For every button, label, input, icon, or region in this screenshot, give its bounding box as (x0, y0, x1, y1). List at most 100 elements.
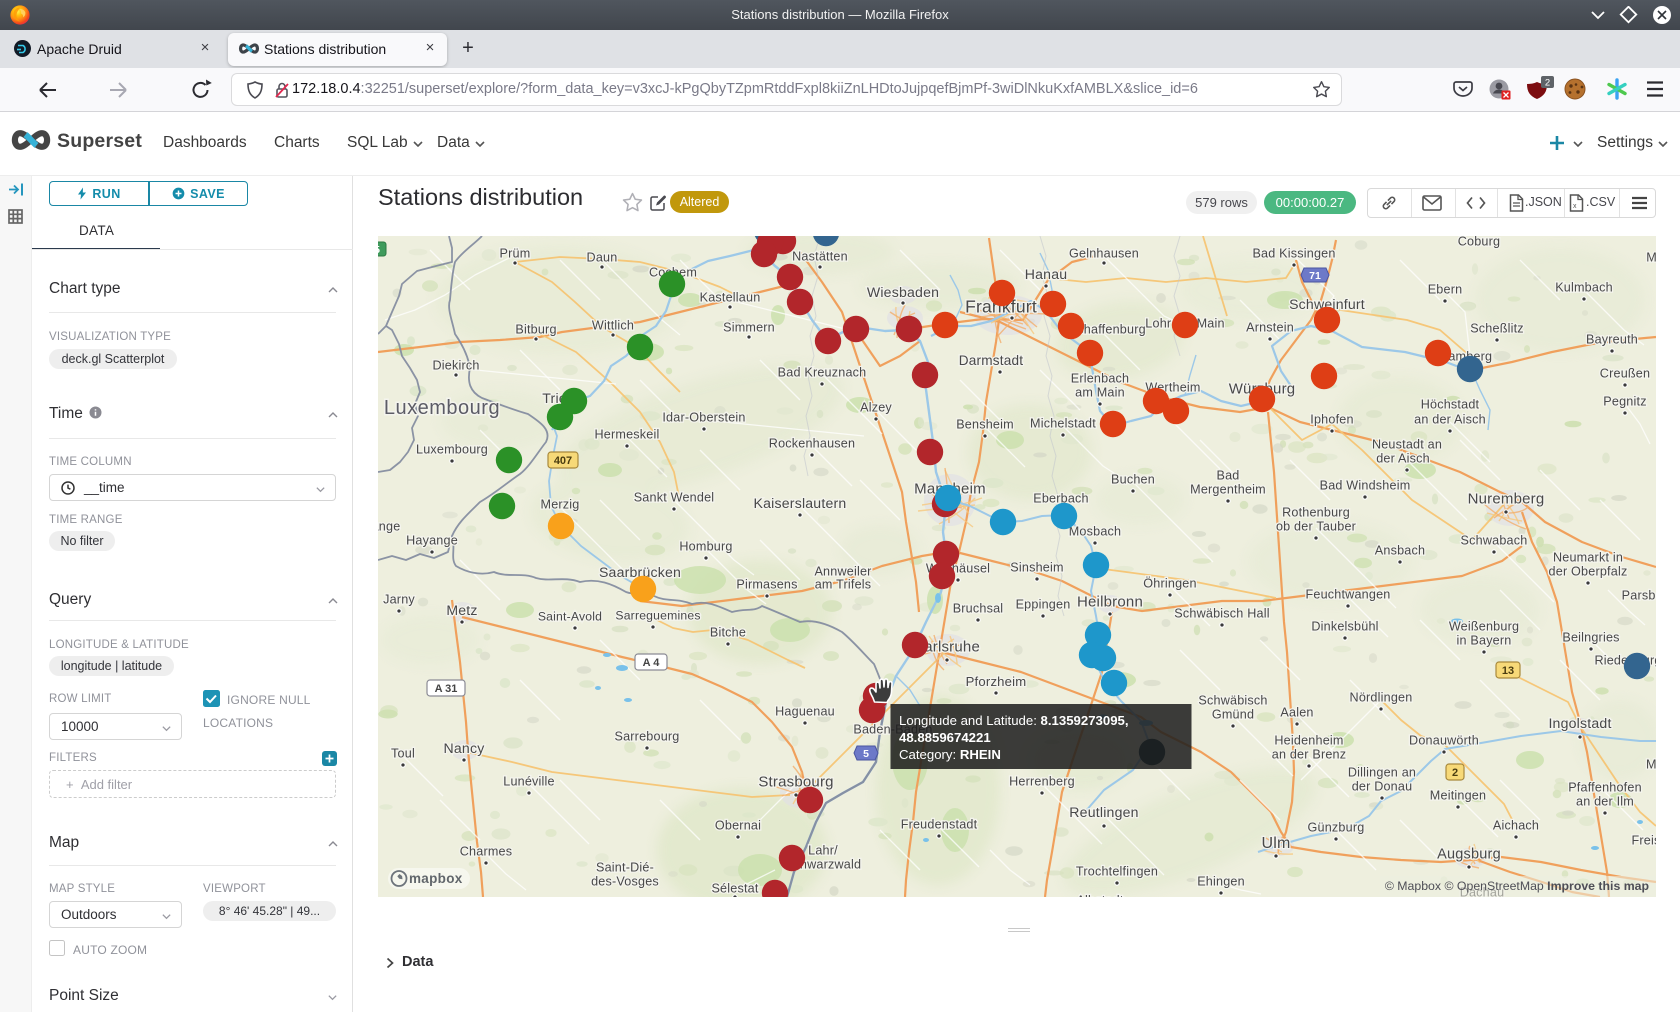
svg-text:Heidenheim: Heidenheim (1274, 734, 1343, 748)
svg-text:Simmern: Simmern (723, 321, 775, 335)
svg-text:Saint-Avold: Saint-Avold (538, 610, 602, 624)
svg-text:Schwäbisch Hall: Schwäbisch Hall (1174, 607, 1269, 621)
svg-text:Schwabach: Schwabach (1461, 534, 1528, 548)
svg-text:Dillingen an: Dillingen an (1348, 766, 1416, 780)
svg-text:2: 2 (1545, 78, 1550, 89)
svg-text:Luxembourg: Luxembourg (416, 443, 488, 457)
svg-text:Luxembourg: Luxembourg (384, 397, 500, 419)
svg-text:Toul: Toul (391, 747, 415, 761)
svg-text:Daun: Daun (587, 251, 618, 265)
svg-text:Ansbach: Ansbach (1375, 544, 1425, 558)
svg-text:A 4: A 4 (643, 657, 661, 669)
svg-text:Lunéville: Lunéville (503, 775, 555, 789)
svg-text:Dinkelsbühl: Dinkelsbühl (1311, 620, 1378, 634)
svg-text:Annweiler: Annweiler (814, 565, 871, 579)
svg-text:71: 71 (1309, 270, 1321, 282)
svg-text:Kaiserslautern: Kaiserslautern (754, 495, 847, 511)
svg-text:48.8859674221: 48.8859674221 (899, 730, 991, 745)
svg-text:2: 2 (1452, 767, 1458, 779)
svg-text:Ulm: Ulm (1261, 835, 1290, 852)
svg-text:Nuremberg: Nuremberg (1468, 491, 1545, 508)
svg-text:Homburg: Homburg (679, 540, 732, 554)
svg-text:Trochtelfingen: Trochtelfingen (1076, 865, 1158, 879)
svg-text:Pforzheim: Pforzheim (966, 674, 1027, 689)
svg-text:© Mapbox © OpenStreetMap Impro: © Mapbox © OpenStreetMap Improve this ma… (1385, 879, 1649, 893)
svg-text:5: 5 (863, 748, 869, 760)
svg-text:Pirmasens: Pirmasens (736, 578, 797, 592)
svg-text:Donauwörth: Donauwörth (1409, 734, 1479, 748)
svg-text:Bad Kissingen: Bad Kissingen (1252, 247, 1335, 261)
svg-text:Pfaffenhofen: Pfaffenhofen (1568, 781, 1642, 795)
svg-text:Sarrebourg: Sarrebourg (614, 730, 679, 744)
svg-text:ob der Tauber: ob der Tauber (1276, 520, 1356, 534)
svg-text:Bad Kreuznach: Bad Kreuznach (778, 366, 867, 380)
svg-text:an der Brenz: an der Brenz (1272, 748, 1347, 762)
svg-text:Ingolstadt: Ingolstadt (1548, 715, 1611, 731)
svg-text:Metz: Metz (446, 602, 477, 618)
svg-text:Sinsheim: Sinsheim (1010, 561, 1063, 575)
svg-text:Nastätten: Nastätten (792, 250, 848, 264)
svg-text:Kulmbach: Kulmbach (1555, 281, 1613, 295)
svg-text:Kastellaun: Kastellaun (700, 291, 761, 305)
svg-text:des-Vosges: des-Vosges (591, 875, 659, 889)
svg-text:Bayreuth: Bayreuth (1586, 333, 1638, 347)
svg-text:Creußen: Creußen (1600, 367, 1650, 381)
svg-text:am Trifels: am Trifels (815, 578, 872, 592)
svg-text:Haguenau: Haguenau (775, 705, 835, 719)
svg-text:Diekirch: Diekirch (432, 359, 479, 373)
svg-text:Bruchsal: Bruchsal (953, 602, 1004, 616)
svg-text:Michelstadt: Michelstadt (1030, 417, 1096, 431)
svg-text:Günzburg: Günzburg (1308, 821, 1365, 835)
svg-text:der Donau: der Donau (1352, 780, 1413, 794)
svg-text:Herrenberg: Herrenberg (1009, 775, 1075, 789)
svg-text:Category: RHEIN: Category: RHEIN (899, 747, 1001, 762)
svg-text:Pegnitz: Pegnitz (1603, 395, 1646, 409)
svg-text:Beilngries: Beilngries (1562, 631, 1619, 645)
svg-text:Coburg: Coburg (1458, 236, 1501, 249)
svg-text:Rothenburg: Rothenburg (1282, 506, 1350, 520)
svg-text:Wittlich: Wittlich (592, 319, 634, 333)
svg-text:Schwäbisch: Schwäbisch (1198, 694, 1267, 708)
svg-text:mapbox: mapbox (409, 871, 463, 886)
svg-text:Mosbach: Mosbach (1069, 525, 1122, 539)
svg-text:Hayange: Hayange (406, 534, 458, 548)
svg-text:Merzig: Merzig (541, 498, 580, 512)
svg-text:Weißenburg: Weißenburg (1449, 620, 1519, 634)
svg-text:Lahr/: Lahr/ (808, 844, 838, 858)
svg-text:Saint-Dié-: Saint-Dié- (596, 861, 654, 875)
svg-text:Arnstein: Arnstein (1246, 321, 1294, 335)
svg-text:Münc: Münc (1646, 251, 1656, 265)
svg-text:Sankt Wendel: Sankt Wendel (634, 491, 715, 505)
svg-text:Meitingen: Meitingen (1430, 789, 1486, 803)
svg-text:Aalen: Aalen (1280, 706, 1313, 720)
svg-text:Heilbronn: Heilbronn (1077, 594, 1143, 611)
svg-text:Rockenhausen: Rockenhausen (769, 437, 855, 451)
svg-text:Obernai: Obernai (715, 819, 761, 833)
svg-text:Mergentheim: Mergentheim (1190, 483, 1266, 497)
svg-text:Feuchtwangen: Feuchtwangen (1305, 588, 1390, 602)
svg-text:Albstadt: Albstadt (1076, 894, 1123, 897)
svg-text:Wiesbaden: Wiesbaden (867, 284, 939, 300)
svg-text:Neumarkt in: Neumarkt in (1553, 551, 1623, 565)
svg-text:Eppingen: Eppingen (1016, 598, 1071, 612)
svg-text:Longitude and Latitude: 8.1359: Longitude and Latitude: 8.1359273095, (899, 713, 1129, 728)
svg-text:Parsberg: Parsberg (1622, 589, 1656, 603)
svg-text:Bensheim: Bensheim (956, 418, 1014, 432)
svg-text:Charmes: Charmes (460, 845, 513, 859)
svg-text:Bad Windsheim: Bad Windsheim (1320, 479, 1411, 493)
svg-text:Nancy: Nancy (444, 740, 486, 756)
svg-text:am Main: am Main (1075, 386, 1125, 400)
svg-text:Strasbourg: Strasbourg (758, 774, 833, 791)
svg-text:Freudenstadt: Freudenstadt (901, 818, 978, 832)
svg-text:Hermeskeil: Hermeskeil (595, 428, 660, 442)
svg-text:an der Ilm: an der Ilm (1576, 795, 1634, 809)
svg-text:Buchen: Buchen (1111, 473, 1155, 487)
svg-text:Alzey: Alzey (860, 401, 892, 415)
svg-text:der Aisch: der Aisch (1376, 452, 1430, 466)
svg-text:Reutlingen: Reutlingen (1069, 804, 1138, 820)
svg-text:Neustadt an: Neustadt an (1372, 438, 1442, 452)
svg-text:Scheßlitz: Scheßlitz (1470, 322, 1524, 336)
svg-text:Aichach: Aichach (1493, 819, 1539, 833)
svg-text:Sarreguemines: Sarreguemines (615, 609, 700, 623)
svg-text:Bitburg: Bitburg (515, 323, 556, 337)
